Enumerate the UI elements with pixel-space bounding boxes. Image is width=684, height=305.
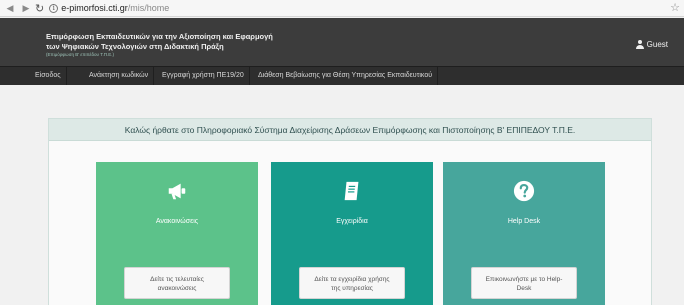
card-help-desk: Help Desk Επικοινωνήστε με το Help- Desk <box>443 162 605 305</box>
button-label-line1: Επικοινωνήστε με το Help- <box>485 276 563 283</box>
main-nav: Είσοδος Ανάκτηση κωδικών Εγγραφή χρήστη … <box>0 66 684 85</box>
card-title: Ανακοινώσεις <box>155 218 199 225</box>
book-icon <box>344 181 359 201</box>
question-icon <box>513 180 535 202</box>
button-label-line1: Δείτε τις τελευταίες <box>150 276 204 283</box>
user-menu[interactable]: Guest <box>635 40 668 49</box>
browser-toolbar: ◀ ▶ ↻ i e-pimorfosi.cti.gr/mis/home ☆ <box>0 0 684 17</box>
button-label-line1: Δείτε τα εγχειρίδια χρήσης <box>314 276 390 283</box>
view-manuals-button[interactable]: Δείτε τα εγχειρίδια χρήσης της υπηρεσίας <box>299 267 405 299</box>
arrow-left-icon[interactable]: ◀ <box>4 2 16 14</box>
site-title-line2: των Ψηφιακών Τεχνολογιών στη Διδακτική Π… <box>46 42 224 51</box>
nav-item-login[interactable]: Είσοδος <box>30 67 67 85</box>
site-title-line1: Επιμόρφωση Εκπαιδευτικών για την Αξιοποί… <box>46 32 273 41</box>
card-announcements: Ανακοινώσεις Δείτε τις τελευταίες ανακοι… <box>96 162 258 305</box>
site-header: Επιμόρφωση Εκπαιδευτικών για την Αξιοποί… <box>0 18 684 66</box>
user-label: Guest <box>646 40 668 49</box>
nav-item-certificate[interactable]: Διάθεση Βεβαίωσης για Θέση Υπηρεσίας Εκπ… <box>253 67 439 85</box>
url-domain: e-pimorfosi.cti.gr <box>61 3 128 13</box>
info-icon[interactable]: i <box>49 3 59 13</box>
button-label-line2: Desk <box>516 285 532 292</box>
megaphone-icon <box>168 183 186 200</box>
arrow-right-icon[interactable]: ▶ <box>20 2 32 14</box>
user-icon <box>635 40 644 49</box>
welcome-heading: Καλώς ήρθατε στο Πληροφοριακό Σύστημα Δι… <box>49 119 651 141</box>
reload-icon[interactable]: ↻ <box>35 2 44 15</box>
address-bar[interactable]: i e-pimorfosi.cti.gr/mis/home <box>49 2 169 15</box>
welcome-panel: Καλώς ήρθατε στο Πληροφοριακό Σύστημα Δι… <box>48 118 652 305</box>
site-subtitle: (Επιμόρφωση Β' επιπέδου Τ.Π.Ε.) <box>46 52 114 57</box>
button-label-line2: της υπηρεσίας <box>331 285 373 292</box>
card-manuals: Εγχειρίδια Δείτε τα εγχειρίδια χρήσης τη… <box>271 162 433 305</box>
nav-item-register[interactable]: Εγγραφή χρήστη ΠΕ19/20 <box>157 67 250 85</box>
star-icon[interactable]: ☆ <box>670 1 680 14</box>
button-label-line2: ανακοινώσεις <box>157 285 197 292</box>
url-path: /mis/home <box>127 3 170 13</box>
nav-item-recover-credentials[interactable]: Ανάκτηση κωδικών <box>84 67 155 85</box>
card-title: Help Desk <box>507 218 541 225</box>
card-title: Εγχειρίδια <box>336 218 368 225</box>
view-announcements-button[interactable]: Δείτε τις τελευταίες ανακοινώσεις <box>124 267 230 299</box>
contact-help-desk-button[interactable]: Επικοινωνήστε με το Help- Desk <box>471 267 577 299</box>
